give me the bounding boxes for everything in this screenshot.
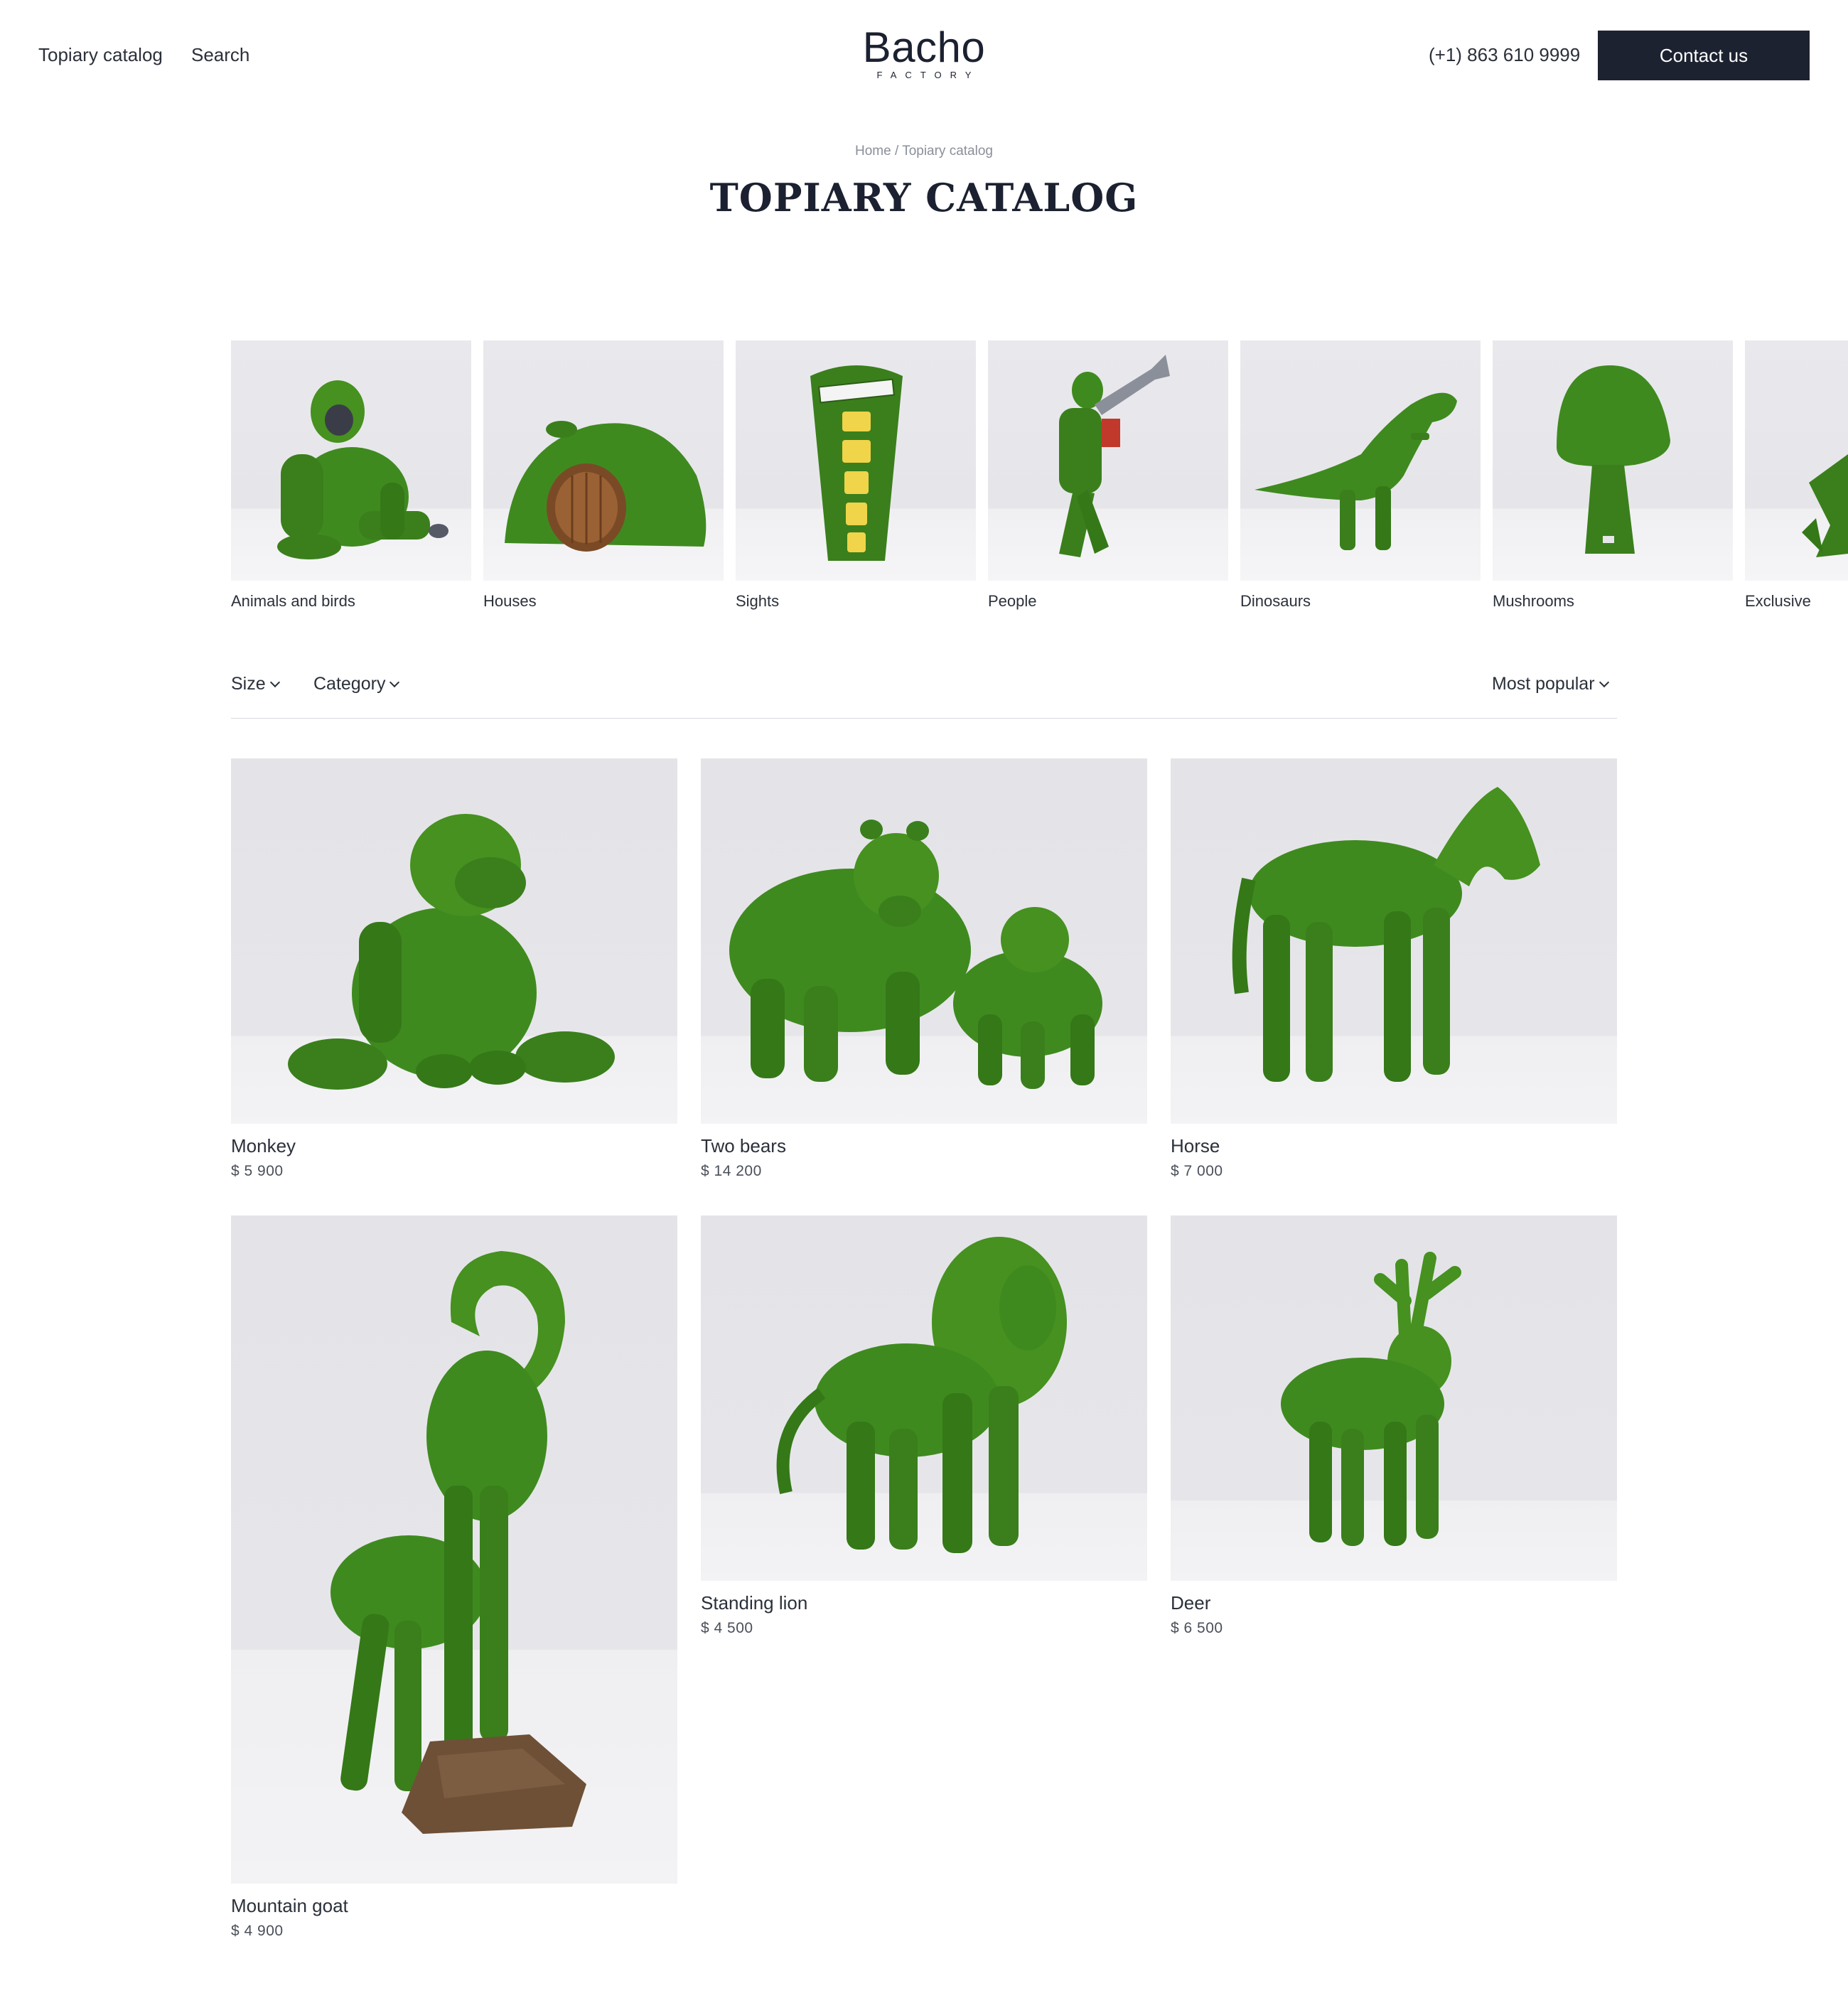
product-name[interactable]: Deer xyxy=(1171,1592,1210,1614)
product-price: $ 14 200 xyxy=(701,1163,762,1179)
size-filter-label: Size xyxy=(231,674,266,694)
product-name[interactable]: Horse xyxy=(1171,1135,1220,1157)
breadcrumb-separator: / xyxy=(894,144,899,159)
filter-divider xyxy=(231,718,1617,719)
phone-number[interactable]: (+1) 863 610 9999 xyxy=(1429,44,1580,66)
nav-topiary-catalog[interactable]: Topiary catalog xyxy=(38,44,163,66)
sort-dropdown[interactable]: Most popular xyxy=(1492,674,1609,694)
chevron-down-icon xyxy=(1599,677,1609,688)
chevron-down-icon xyxy=(390,677,400,688)
telephone-booth-topiary-image xyxy=(736,340,976,581)
chevron-down-icon xyxy=(269,677,280,688)
page-title: TOPIARY CATALOG xyxy=(709,175,1139,220)
product-name[interactable]: Two bears xyxy=(701,1135,786,1157)
category-label: Animals and birds xyxy=(231,592,355,610)
product-image-deer[interactable] xyxy=(1171,1215,1617,1581)
logo-wordmark: Bacho xyxy=(862,23,986,71)
logo-subtitle: FACTORY xyxy=(876,70,980,80)
product-name[interactable]: Monkey xyxy=(231,1135,296,1157)
trumpeter-topiary-image xyxy=(988,340,1228,581)
product-price: $ 5 900 xyxy=(231,1163,284,1179)
product-price: $ 6 500 xyxy=(1171,1620,1223,1636)
product-image-mountain-goat[interactable] xyxy=(231,1215,677,1884)
product-image-horse[interactable] xyxy=(1171,758,1617,1124)
house-topiary-image xyxy=(483,340,724,581)
breadcrumb-home[interactable]: Home xyxy=(855,144,891,159)
category-filter[interactable]: Category xyxy=(313,674,400,694)
category-label: Sights xyxy=(736,592,780,610)
category-animals-and-birds[interactable]: Animals and birds xyxy=(231,340,471,611)
product-image-standing-lion[interactable] xyxy=(701,1215,1147,1581)
category-houses[interactable]: Houses xyxy=(483,340,724,611)
category-dinosaurs[interactable]: Dinosaurs xyxy=(1240,340,1481,611)
product-image-monkey[interactable] xyxy=(231,758,677,1124)
category-label: Mushrooms xyxy=(1493,592,1574,610)
category-people[interactable]: People xyxy=(988,340,1228,611)
t-rex-topiary-image xyxy=(1240,340,1481,581)
product-name[interactable]: Mountain goat xyxy=(231,1895,348,1917)
exclusive-topiary-image xyxy=(1745,340,1848,581)
size-filter[interactable]: Size xyxy=(231,674,280,694)
category-label: People xyxy=(988,592,1037,610)
category-label: Houses xyxy=(483,592,537,610)
product-name[interactable]: Standing lion xyxy=(701,1592,807,1614)
breadcrumb: Home / Topiary catalog xyxy=(0,144,1848,159)
product-price: $ 4 900 xyxy=(231,1923,284,1939)
product-price: $ 7 000 xyxy=(1171,1163,1223,1179)
product-price: $ 4 500 xyxy=(701,1620,753,1636)
gorilla-topiary-image xyxy=(231,340,471,581)
category-sights[interactable]: Sights xyxy=(736,340,976,611)
product-image-two-bears[interactable] xyxy=(701,758,1147,1124)
category-mushrooms[interactable]: Mushrooms xyxy=(1493,340,1733,611)
contact-us-button[interactable]: Contact us xyxy=(1598,31,1810,80)
nav-search[interactable]: Search xyxy=(191,44,249,66)
category-label: Exclusive xyxy=(1745,592,1811,610)
sort-label: Most popular xyxy=(1492,674,1595,694)
category-label: Dinosaurs xyxy=(1240,592,1311,610)
mushroom-topiary-image xyxy=(1493,340,1733,581)
category-filter-label: Category xyxy=(313,674,386,694)
category-exclusive[interactable]: Exclusive xyxy=(1745,340,1848,611)
logo[interactable]: Bacho FACTORY xyxy=(859,23,989,80)
breadcrumb-current: Topiary catalog xyxy=(902,144,993,159)
